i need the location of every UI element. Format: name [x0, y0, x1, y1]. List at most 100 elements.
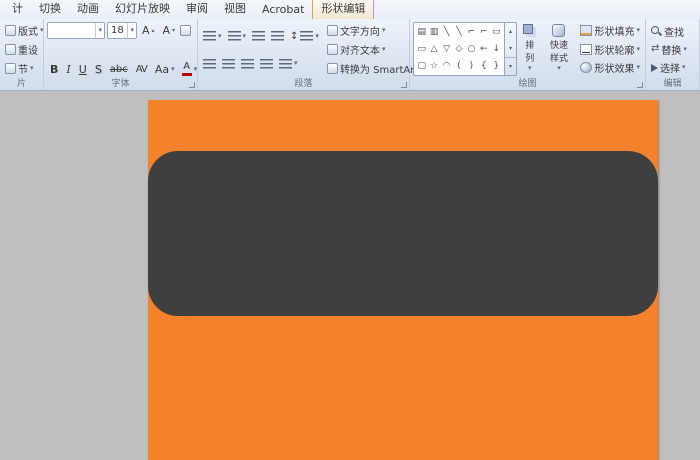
underline-button[interactable]: U: [76, 63, 90, 76]
character-spacing-button[interactable]: AV: [133, 64, 150, 75]
dropdown-arrow-icon: ▾: [636, 44, 640, 53]
drawing-dialog-launcher-icon[interactable]: [637, 82, 643, 88]
numbered-list-icon: [227, 31, 241, 41]
chevron-down-icon[interactable]: ▾: [95, 23, 104, 38]
group-font: ▾ 18 ▾ A ▴ A ▾ B I U S abc AV Aa ▾ A ▾ 字…: [44, 19, 198, 90]
tab-transitions[interactable]: 切换: [31, 0, 69, 19]
increase-indent-button[interactable]: [269, 30, 286, 42]
shape-icon[interactable]: ╲: [441, 26, 452, 39]
tab-slideshow[interactable]: 幻灯片放映: [107, 0, 178, 19]
font-size-combo[interactable]: 18 ▾: [107, 22, 137, 39]
dropdown-arrow-icon: ▾: [315, 31, 319, 40]
arrange-label: 排列: [525, 41, 535, 64]
select-button[interactable]: 选择 ▾: [649, 59, 696, 76]
italic-button[interactable]: I: [63, 63, 73, 76]
shape-icon[interactable]: ⌐: [466, 26, 477, 39]
clear-formatting-icon[interactable]: [180, 25, 192, 36]
shape-icon[interactable]: ☆: [428, 59, 439, 72]
line-spacing-icon: [300, 31, 314, 41]
grow-font-button[interactable]: A ▴: [139, 24, 158, 37]
shape-icon[interactable]: ◇: [453, 42, 464, 55]
bold-button[interactable]: B: [47, 63, 61, 76]
quick-styles-label: 快速样式: [549, 41, 568, 64]
shape-icon[interactable]: ): [466, 59, 477, 72]
decrease-indent-button[interactable]: [250, 30, 267, 42]
shape-icon[interactable]: ⌐: [478, 26, 489, 39]
shape-icon[interactable]: ▽: [441, 42, 452, 55]
shape-icon[interactable]: ←: [478, 42, 489, 55]
text-shadow-button[interactable]: S: [92, 63, 105, 76]
line-spacing-button[interactable]: ↕ ▾: [288, 30, 321, 43]
shrink-font-label: A: [162, 24, 171, 37]
tab-view[interactable]: 视图: [216, 0, 254, 19]
tab-review[interactable]: 审阅: [178, 0, 216, 19]
align-right-icon: [241, 58, 254, 69]
paragraph-dialog-launcher-icon[interactable]: [401, 82, 407, 88]
dropdown-arrow-icon: ▾: [171, 64, 175, 73]
shape-icon[interactable]: ▤: [416, 26, 427, 39]
align-left-button[interactable]: [201, 58, 218, 70]
chevron-down-icon[interactable]: ▾: [127, 23, 136, 38]
font-dialog-launcher-icon[interactable]: [189, 82, 195, 88]
font-color-button[interactable]: A ▾: [180, 61, 200, 77]
strikethrough-button[interactable]: abc: [107, 64, 131, 75]
shape-outline-icon: [580, 43, 593, 55]
align-right-button[interactable]: [239, 58, 256, 70]
shape-icon[interactable]: (: [453, 59, 464, 72]
shape-icon[interactable]: ▭: [491, 26, 502, 39]
shape-icon[interactable]: ▭: [416, 42, 427, 55]
quick-styles-button[interactable]: 快速样式 ▾: [543, 22, 576, 74]
editing-group-label: 编辑: [663, 79, 682, 89]
reset-icon: [5, 44, 16, 55]
align-center-button[interactable]: [220, 58, 237, 70]
shape-icon[interactable]: ○: [466, 42, 477, 55]
shape-effects-button[interactable]: 形状效果 ▾: [578, 59, 642, 76]
arrange-button[interactable]: 排列 ▾: [520, 22, 540, 74]
tab-design[interactable]: 计: [4, 0, 31, 19]
shape-icon[interactable]: △: [428, 42, 439, 55]
shape-effects-icon: [580, 62, 593, 73]
tab-shape-edit[interactable]: 形状编辑: [312, 0, 375, 19]
reset-button[interactable]: 重设: [3, 41, 40, 58]
columns-button[interactable]: ▾: [277, 58, 300, 70]
shape-icon[interactable]: ◠: [441, 59, 452, 72]
replace-button[interactable]: ⇄ 替换 ▾: [649, 41, 696, 58]
shadow-label: S: [94, 62, 102, 76]
powerpoint-window: 计 切换 动画 幻灯片放映 审阅 视图 Acrobat 形状编辑 版式 ▾ 重设: [0, 0, 700, 460]
shape-icon[interactable]: ▢: [416, 59, 427, 72]
shape-outline-button[interactable]: 形状轮廓 ▾: [578, 41, 642, 58]
bullet-list-icon: [203, 31, 216, 41]
bullets-button[interactable]: ▾: [201, 30, 224, 42]
increase-indent-icon: [271, 31, 285, 41]
font-name-combo[interactable]: ▾: [47, 22, 105, 39]
gallery-scroll-up-icon[interactable]: ▴: [505, 23, 516, 40]
justify-button[interactable]: [258, 58, 275, 70]
tab-animations[interactable]: 动画: [69, 0, 107, 19]
replace-icon: ⇄: [651, 43, 660, 55]
up-arrow-icon: ▴: [151, 27, 155, 34]
rounded-rectangle-shape[interactable]: [148, 151, 658, 316]
layout-button[interactable]: 版式 ▾: [3, 22, 44, 39]
slide-canvas[interactable]: [0, 92, 700, 460]
shape-icon[interactable]: ╲: [453, 26, 464, 39]
shape-icon[interactable]: ↓: [491, 42, 502, 55]
gallery-more-icon[interactable]: ▾: [505, 57, 516, 75]
select-icon: [651, 63, 658, 72]
dropdown-arrow-icon: ▾: [193, 64, 198, 73]
change-case-button[interactable]: Aa ▾: [152, 63, 178, 76]
shape-icon[interactable]: }: [491, 59, 502, 72]
numbering-button[interactable]: ▾: [226, 30, 249, 42]
dropdown-arrow-icon: ▾: [682, 63, 686, 72]
decrease-indent-icon: [252, 31, 266, 41]
shape-icon[interactable]: ▥: [428, 26, 439, 39]
gallery-scroll-down-icon[interactable]: ▾: [505, 40, 516, 57]
shape-icon[interactable]: {: [478, 59, 489, 72]
tab-acrobat[interactable]: Acrobat: [254, 1, 312, 19]
shape-fill-button[interactable]: 形状填充 ▾: [578, 22, 642, 39]
slide[interactable]: [148, 100, 658, 460]
shrink-font-button[interactable]: A ▾: [160, 24, 179, 37]
find-button[interactable]: 查找: [649, 23, 696, 40]
section-button[interactable]: 节 ▾: [3, 60, 40, 77]
shape-outline-label: 形状轮廓: [594, 45, 635, 57]
dropdown-arrow-icon: ▾: [242, 31, 247, 40]
